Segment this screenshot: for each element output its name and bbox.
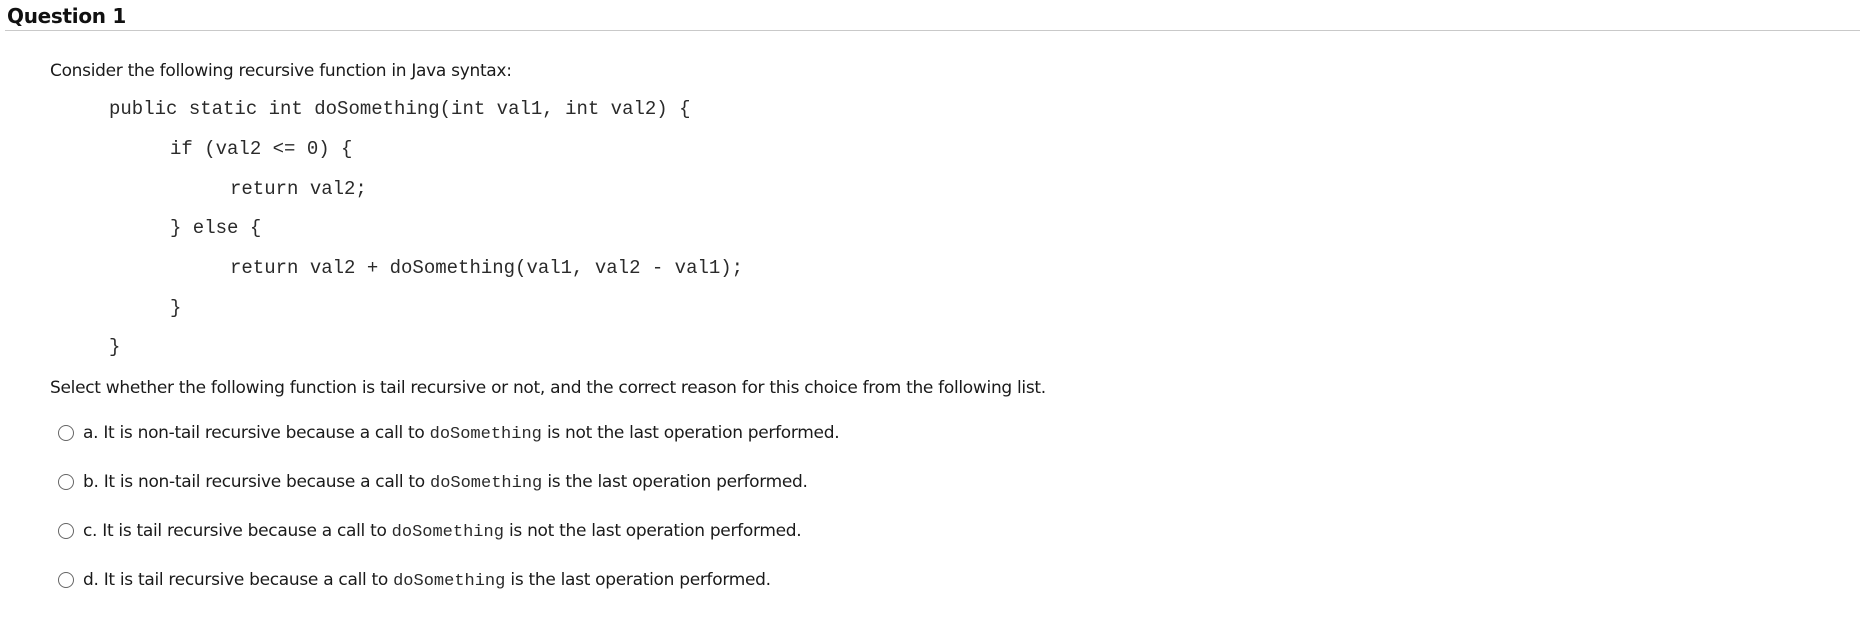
code-line: if (val2 <= 0) { <box>170 138 353 160</box>
question-header: Question 1 <box>5 0 1860 31</box>
option-post-d: is the last operation performed. <box>505 569 771 590</box>
radio-button-b[interactable] <box>58 474 74 490</box>
option-post-b: is the last operation performed. <box>542 471 808 492</box>
question-title: Question 1 <box>7 4 126 28</box>
option-code-c: doSomething <box>391 522 504 542</box>
option-code-b: doSomething <box>430 473 543 493</box>
radio-button-a[interactable] <box>58 425 74 441</box>
option-text-a: a. It is non-tail recursive because a ca… <box>83 422 840 444</box>
option-post-a: is not the last operation performed. <box>541 422 840 443</box>
code-line: return val2 + doSomething(val1, val2 - v… <box>230 257 744 279</box>
answer-option-d[interactable]: d. It is tail recursive because a call t… <box>58 567 771 593</box>
question-instruction: Select whether the following function is… <box>50 378 1046 398</box>
answer-option-b[interactable]: b. It is non-tail recursive because a ca… <box>58 469 808 495</box>
code-line: } <box>170 297 182 319</box>
radio-button-c[interactable] <box>58 523 74 539</box>
code-line: } <box>109 336 121 358</box>
option-text-c: c. It is tail recursive because a call t… <box>83 520 802 542</box>
option-pre-d: d. It is tail recursive because a call t… <box>83 569 394 590</box>
code-line: public static int doSomething(int val1, … <box>109 98 691 120</box>
answer-option-c[interactable]: c. It is tail recursive because a call t… <box>58 518 802 544</box>
answer-option-a[interactable]: a. It is non-tail recursive because a ca… <box>58 420 840 446</box>
option-code-a: doSomething <box>429 424 542 444</box>
radio-button-d[interactable] <box>58 572 74 588</box>
code-line: return val2; <box>230 178 367 200</box>
option-pre-b: b. It is non-tail recursive because a ca… <box>83 471 430 492</box>
option-post-c: is not the last operation performed. <box>503 520 802 541</box>
option-pre-a: a. It is non-tail recursive because a ca… <box>83 422 430 443</box>
option-pre-c: c. It is tail recursive because a call t… <box>83 520 392 541</box>
option-code-d: doSomething <box>393 571 506 591</box>
option-text-b: b. It is non-tail recursive because a ca… <box>83 472 808 493</box>
code-line: } else { <box>170 217 262 239</box>
question-prompt: Consider the following recursive functio… <box>50 61 512 81</box>
option-text-d: d. It is tail recursive because a call t… <box>83 570 771 591</box>
